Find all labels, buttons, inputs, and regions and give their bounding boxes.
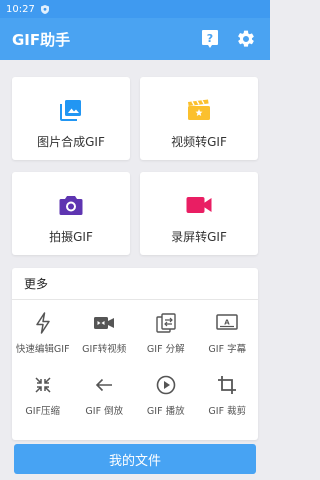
subtitle-icon: A <box>216 312 238 334</box>
tool-label: GIF 字幕 <box>208 344 247 355</box>
my-files-button[interactable]: 我的文件 <box>14 444 256 474</box>
compress-icon <box>32 374 54 396</box>
status-time: 10:27 <box>6 3 35 15</box>
crop-icon <box>216 374 238 396</box>
flash-icon <box>32 312 54 334</box>
shoot-gif-card[interactable]: 拍摄GIF <box>12 172 130 255</box>
gif-subtitle-tool[interactable]: A GIF 字幕 <box>197 300 259 362</box>
tool-label: GIF 裁剪 <box>208 406 247 417</box>
video-convert-icon <box>93 312 115 334</box>
tool-label: 快速编辑GIF <box>15 344 70 355</box>
tool-label: GIF 分解 <box>146 344 185 355</box>
gif-play-tool[interactable]: GIF 播放 <box>135 362 197 424</box>
help-icon: ? <box>202 30 218 48</box>
split-icon <box>155 312 177 334</box>
clapperboard-icon <box>186 97 212 123</box>
quick-edit-gif-tool[interactable]: 快速编辑GIF <box>12 300 74 362</box>
more-tools-panel: 更多 快速编辑GIF GIF转视频 GIF 分解 A GIF 字幕 GIF压缩 … <box>12 268 258 440</box>
image-to-gif-card[interactable]: 图片合成GIF <box>12 77 130 160</box>
tool-label: GIF转视频 <box>82 344 127 355</box>
card-label: 拍摄GIF <box>49 230 93 244</box>
settings-button[interactable] <box>234 27 258 51</box>
gif-compress-tool[interactable]: GIF压缩 <box>12 362 74 424</box>
arrow-left-icon <box>93 374 115 396</box>
gif-crop-tool[interactable]: GIF 裁剪 <box>197 362 259 424</box>
tool-label: GIF 播放 <box>146 406 185 417</box>
play-circle-icon <box>155 374 177 396</box>
tools-grid: 快速编辑GIF GIF转视频 GIF 分解 A GIF 字幕 GIF压缩 GIF… <box>12 300 258 424</box>
gif-reverse-tool[interactable]: GIF 倒放 <box>74 362 136 424</box>
help-button[interactable]: ? <box>198 27 222 51</box>
card-label: 视频转GIF <box>171 135 227 149</box>
more-section-title: 更多 <box>12 268 258 300</box>
card-label: 图片合成GIF <box>37 135 105 149</box>
app-bar: GIF助手 ? <box>0 18 270 60</box>
gear-icon <box>238 30 254 47</box>
gif-split-tool[interactable]: GIF 分解 <box>135 300 197 362</box>
video-to-gif-card[interactable]: 视频转GIF <box>140 77 258 160</box>
gif-to-video-tool[interactable]: GIF转视频 <box>74 300 136 362</box>
status-bar: 10:27 <box>0 0 270 18</box>
shield-icon <box>40 4 49 14</box>
image-stack-icon <box>58 97 84 123</box>
screen-record-to-gif-card[interactable]: 录屏转GIF <box>140 172 258 255</box>
svg-text:?: ? <box>207 32 213 45</box>
video-camera-icon <box>186 192 212 218</box>
card-label: 录屏转GIF <box>171 230 227 244</box>
camera-icon <box>58 192 84 218</box>
tool-label: GIF压缩 <box>25 406 61 417</box>
svg-text:A: A <box>225 319 231 327</box>
app-title: GIF助手 <box>12 30 71 49</box>
tool-label: GIF 倒放 <box>85 406 124 417</box>
